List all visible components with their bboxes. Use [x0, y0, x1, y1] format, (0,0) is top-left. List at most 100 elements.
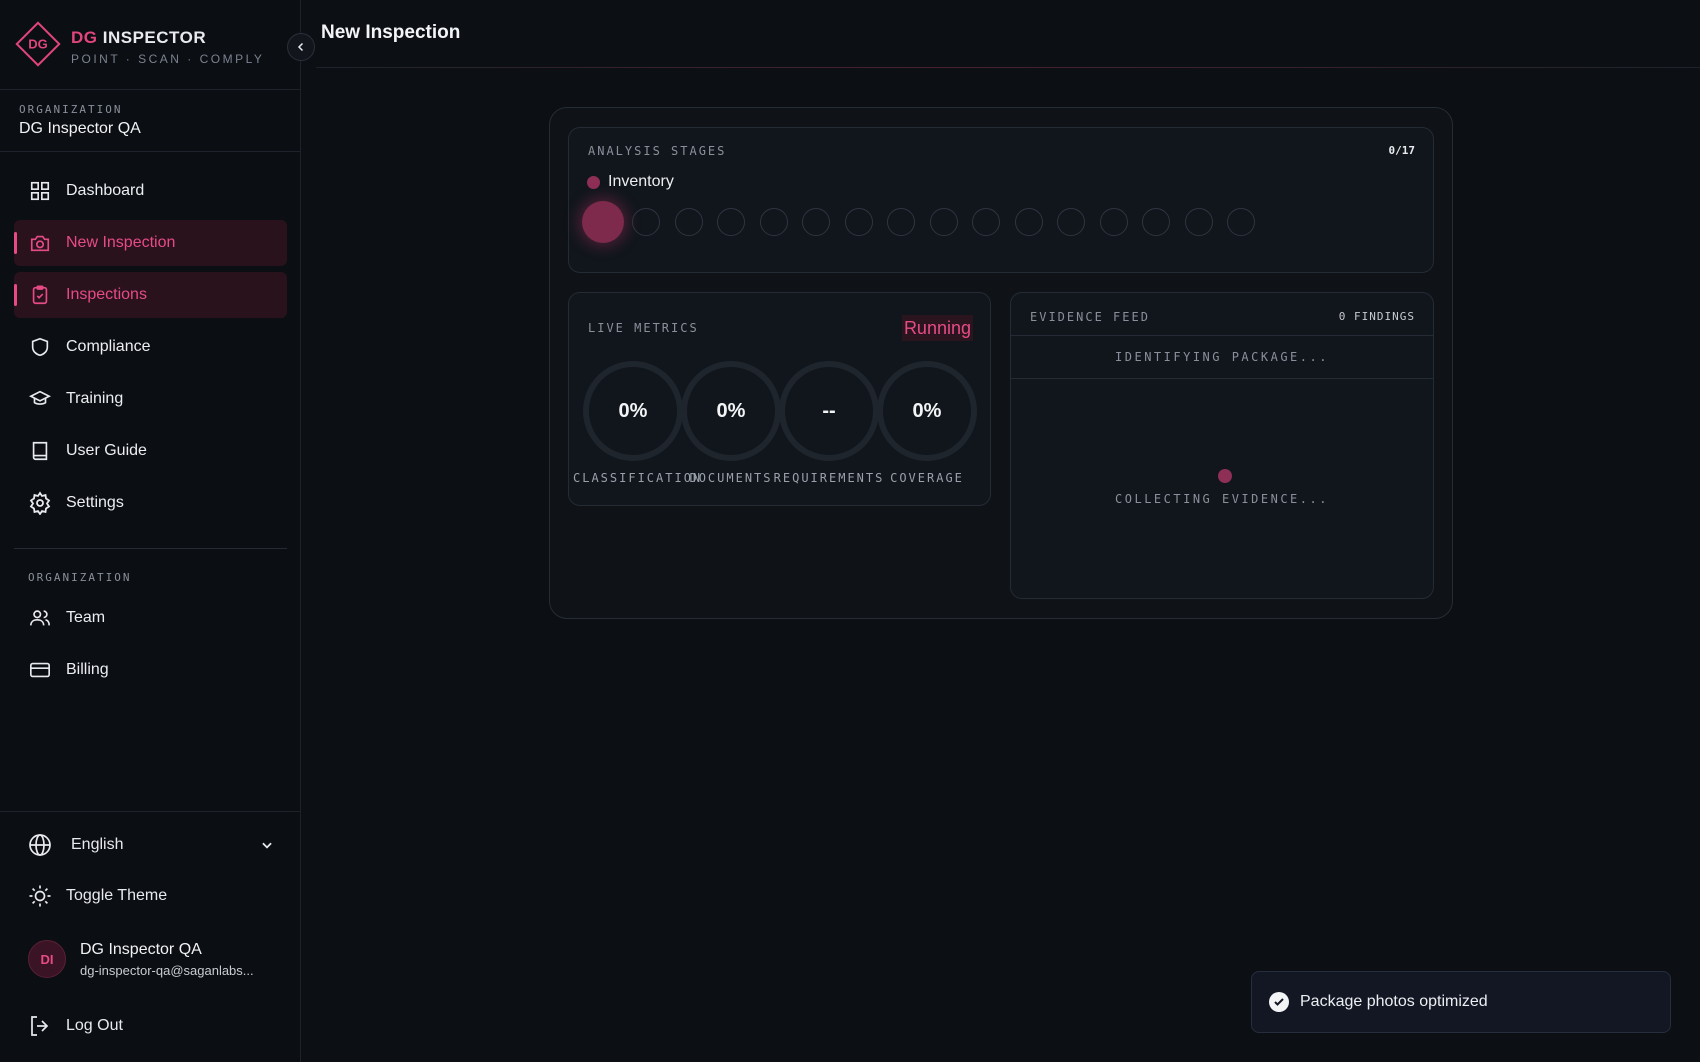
- toggle-theme-button[interactable]: Toggle Theme: [28, 881, 167, 911]
- org-nav: Team Billing: [14, 595, 287, 699]
- shield-icon: [28, 335, 52, 359]
- evidence-header: EVIDENCE FEED 0 FINDINGS: [1011, 293, 1433, 336]
- logout-button[interactable]: Log Out: [28, 1011, 123, 1041]
- main-nav: Dashboard New Inspection Inspections Com…: [14, 168, 287, 532]
- toast-notification: Package photos optimized: [1251, 971, 1671, 1033]
- gauge-value: --: [822, 399, 836, 422]
- organization-label: ORGANIZATION: [19, 103, 123, 116]
- user-email: dg-inspector-qa@saganlabs...: [80, 962, 254, 978]
- stages-count: 0/17: [1388, 144, 1416, 157]
- globe-icon: [29, 834, 51, 856]
- evidence-empty-state: COLLECTING EVIDENCE...: [1115, 492, 1329, 506]
- org-section-label: ORGANIZATION: [28, 571, 132, 584]
- sidebar: DG DG INSPECTOR POINT · SCAN · COMPLY OR…: [0, 0, 301, 1062]
- check-circle-icon: [1269, 992, 1289, 1012]
- collapse-sidebar-button[interactable]: [287, 33, 315, 61]
- nav-label: User Guide: [66, 442, 147, 459]
- gauge-classification: 0%: [581, 359, 685, 463]
- gauge-value: 0%: [716, 399, 746, 422]
- nav-label: Team: [66, 609, 106, 626]
- language-value: English: [71, 836, 124, 853]
- gauge-label: COVERAGE: [890, 471, 964, 485]
- stage-dot: [802, 208, 830, 236]
- current-stage: Inventory: [587, 173, 674, 191]
- organization-name: DG Inspector QA: [19, 120, 141, 137]
- language-select[interactable]: English: [28, 830, 274, 860]
- chevron-down-icon: [262, 842, 272, 849]
- user-profile[interactable]: DI DG Inspector QA dg-inspector-qa@sagan…: [28, 940, 254, 978]
- gauge-coverage: 0%: [875, 359, 979, 463]
- stage-dot: [632, 208, 660, 236]
- stage-dot: [1099, 208, 1128, 236]
- organization-block: ORGANIZATION DG Inspector QA: [0, 90, 300, 152]
- camera-icon: [28, 231, 52, 255]
- stage-dot: [844, 208, 873, 236]
- credit-card-icon: [28, 658, 52, 682]
- current-stage-dot: [587, 175, 600, 189]
- nav-compliance[interactable]: Compliance: [14, 324, 287, 370]
- brand-tagline: POINT · SCAN · COMPLY: [71, 52, 265, 66]
- nav-user-guide[interactable]: User Guide: [14, 428, 287, 474]
- stage-dot: [887, 208, 915, 236]
- nav-divider: [14, 548, 287, 549]
- sun-icon: [29, 885, 51, 907]
- nav-label: Training: [66, 390, 124, 407]
- gauge-documents: 0%: [679, 359, 783, 463]
- stage-dot: [972, 208, 1000, 236]
- stage-dot: [582, 201, 624, 243]
- stage-progress: [582, 200, 1255, 244]
- stage-dot: [717, 208, 745, 236]
- gauge-value: 0%: [618, 399, 648, 422]
- grid-icon: [28, 179, 52, 203]
- header-divider: [316, 67, 1700, 68]
- page-title: New Inspection: [321, 22, 461, 43]
- gauge-requirements: --: [777, 359, 881, 463]
- clipboard-check-icon: [28, 283, 52, 307]
- stage-dot: [1227, 208, 1255, 236]
- nav-label: Dashboard: [66, 182, 145, 199]
- nav-inspections[interactable]: Inspections: [14, 272, 287, 318]
- sidebar-footer: English Toggle Theme DI DG Inspector QA …: [0, 811, 300, 1062]
- brand: DG DG INSPECTOR POINT · SCAN · COMPLY: [0, 0, 300, 90]
- stage-dot: [759, 208, 788, 236]
- nav-settings[interactable]: Settings: [14, 480, 287, 526]
- chevron-left-icon: [297, 42, 304, 52]
- graduation-cap-icon: [28, 387, 52, 411]
- toggle-theme-label: Toggle Theme: [66, 887, 168, 904]
- nav-label: Settings: [66, 494, 124, 511]
- logout-icon: [31, 1016, 49, 1036]
- nav-label: Billing: [66, 661, 109, 678]
- nav-team[interactable]: Team: [14, 595, 287, 641]
- brand-name: DG INSPECTOR: [71, 28, 207, 47]
- stage-dot: [1014, 208, 1043, 236]
- stage-dot: [674, 208, 703, 236]
- findings-count: 0 FINDINGS: [1338, 310, 1415, 323]
- gear-icon: [28, 491, 52, 515]
- stage-dot: [1057, 208, 1085, 236]
- gauge-value: 0%: [912, 399, 942, 422]
- nav-new-inspection[interactable]: New Inspection: [14, 220, 287, 266]
- toast-message: Package photos optimized: [1300, 993, 1488, 1010]
- current-stage-label: Inventory: [608, 173, 674, 190]
- analysis-stages-card: ANALYSIS STAGES 0/17 Inventory: [568, 127, 1434, 273]
- nav-label: Compliance: [66, 338, 151, 355]
- evidence-status: IDENTIFYING PACKAGE...: [1011, 336, 1433, 379]
- book-icon: [28, 439, 52, 463]
- stages-title: ANALYSIS STAGES: [588, 144, 727, 158]
- user-name: DG Inspector QA: [80, 940, 202, 958]
- stage-dot: [929, 208, 958, 236]
- metrics-title: LIVE METRICS: [588, 321, 699, 335]
- nav-training[interactable]: Training: [14, 376, 287, 422]
- evidence-feed-card: EVIDENCE FEED 0 FINDINGS IDENTIFYING PAC…: [1010, 292, 1434, 599]
- users-icon: [28, 606, 52, 630]
- status-badge: Running: [901, 315, 973, 341]
- nav-billing[interactable]: Billing: [14, 647, 287, 693]
- svg-text:DG: DG: [28, 37, 48, 52]
- nav-label: Inspections: [66, 286, 147, 303]
- live-metrics-card: LIVE METRICS Running 0% CLASSIFICATION 0…: [568, 292, 991, 506]
- nav-dashboard[interactable]: Dashboard: [14, 168, 287, 214]
- stage-dot: [1142, 208, 1170, 236]
- evidence-title: EVIDENCE FEED: [1030, 310, 1150, 324]
- nav-label: New Inspection: [66, 234, 176, 251]
- dg-logo-icon: DG: [15, 21, 61, 67]
